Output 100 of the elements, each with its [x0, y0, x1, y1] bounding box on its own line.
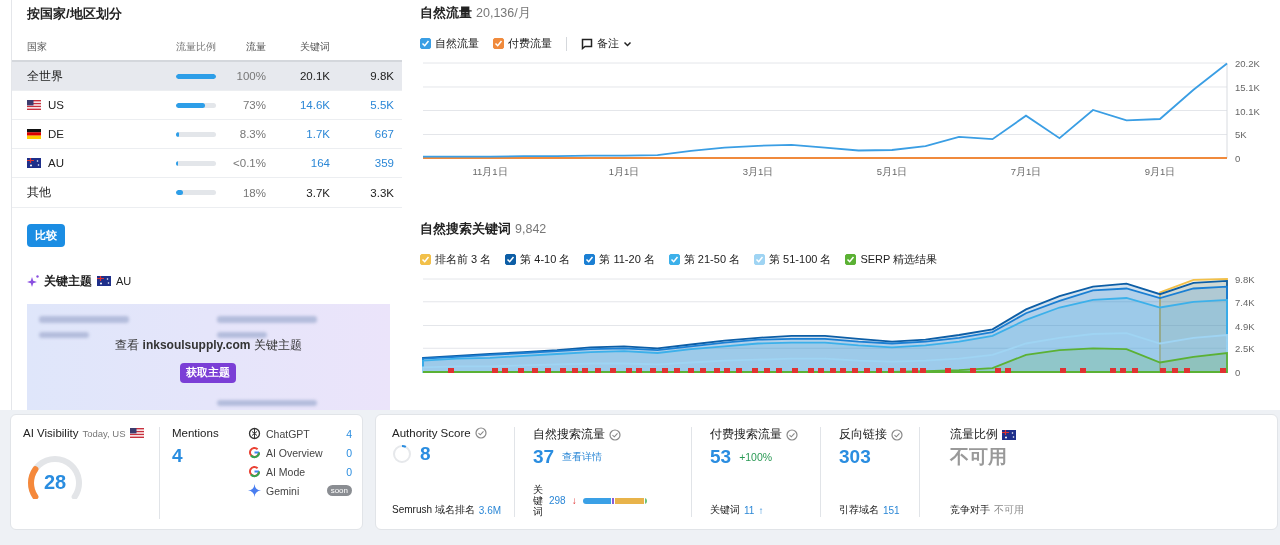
- blurred-line: [217, 331, 267, 338]
- metric-value: 8: [420, 443, 431, 465]
- domains-link[interactable]: 151: [883, 504, 900, 516]
- keywords-value: 9.8K: [369, 70, 394, 83]
- knot-icon: [248, 427, 261, 440]
- country-name: US: [48, 99, 64, 112]
- details-link[interactable]: 查看详情: [562, 450, 603, 464]
- y-axis-label: 2.5K: [1235, 343, 1255, 355]
- country-row[interactable]: 其他 18% 3.7K 3.3K: [12, 178, 402, 208]
- y-axis-label: 10.1K: [1235, 105, 1260, 117]
- rank-link[interactable]: 3.6M: [478, 504, 502, 516]
- mentions-count: 4: [172, 445, 184, 467]
- country-name: 其他: [27, 185, 51, 200]
- legend-checkbox[interactable]: [420, 38, 431, 49]
- y-axis-label: 0: [1235, 367, 1241, 378]
- legend-checkbox[interactable]: [845, 254, 857, 265]
- y-axis-label: 4.9K: [1235, 320, 1255, 332]
- legend-item[interactable]: 自然流量: [420, 36, 479, 51]
- sparkle-icon: [27, 275, 39, 288]
- legend-checkbox[interactable]: [420, 254, 431, 265]
- x-axis-label: 3月1日: [742, 166, 774, 177]
- metric-footer-label: Semrush 域名排名: [392, 503, 475, 517]
- source-name: AI Mode: [266, 465, 307, 478]
- traffic-value: 20.1K: [298, 70, 330, 83]
- keywords-value[interactable]: 359: [330, 157, 394, 170]
- legend-item[interactable]: 第 11-20 名: [584, 252, 655, 267]
- legend-checkbox[interactable]: [493, 38, 504, 49]
- info-icon[interactable]: [786, 428, 798, 441]
- chart-title: 自然搜索关键词: [420, 221, 511, 238]
- info-icon[interactable]: [474, 427, 487, 439]
- card-title: AI Visibility: [23, 427, 79, 439]
- share-value: <0.1%: [232, 157, 266, 170]
- metric-value: 53: [710, 446, 732, 468]
- flag-icon: [27, 158, 41, 169]
- metric-value: 不可用: [950, 445, 1007, 469]
- country-name: AU: [48, 157, 64, 170]
- legend-item[interactable]: 第 51-100 名: [754, 252, 832, 267]
- chart-title: 自然流量: [420, 5, 472, 22]
- y-axis-label: 20.2K: [1235, 58, 1260, 69]
- metric-footer-label: 关键词: [710, 503, 740, 517]
- x-axis-label: 11月1日: [472, 166, 508, 177]
- trend-arrow: ↑: [758, 504, 764, 516]
- share-value: 18%: [241, 186, 266, 199]
- share-value: 100%: [235, 70, 266, 83]
- info-icon[interactable]: [609, 428, 621, 441]
- metric-label: 付费搜索流量: [710, 427, 810, 442]
- traffic-value[interactable]: 164: [266, 157, 330, 170]
- google-g-icon: [248, 446, 261, 459]
- panel-title: 按国家/地区划分: [27, 5, 123, 23]
- metric-value: 37: [533, 446, 555, 468]
- source-name: Gemini: [266, 484, 301, 497]
- country-row[interactable]: 全世界 100% 20.1K 9.8K: [12, 62, 402, 92]
- legend-item[interactable]: 排名前 3 名: [420, 252, 492, 267]
- country-row[interactable]: DE 8.3% 1.7K 667: [12, 120, 402, 150]
- country-code: AU: [116, 275, 132, 288]
- column-header: 流量: [245, 41, 266, 55]
- y-axis-label: 15.1K: [1235, 82, 1260, 93]
- trend-arrow: ↓: [571, 495, 577, 506]
- y-axis-label: 5K: [1235, 129, 1247, 141]
- keywords-link[interactable]: 11: [744, 504, 755, 516]
- legend-item[interactable]: SERP 精选结果: [845, 252, 938, 267]
- legend-checkbox[interactable]: [584, 254, 596, 265]
- legend-item[interactable]: 第 21-50 名: [668, 252, 741, 267]
- share-value: 73%: [241, 99, 266, 112]
- y-axis-label: 7.4K: [1235, 296, 1255, 308]
- compare-button[interactable]: 比较: [27, 223, 65, 247]
- metric-label: Authority Score: [392, 427, 504, 439]
- mention-count: 0: [346, 465, 352, 478]
- keywords-link[interactable]: 298: [549, 495, 566, 506]
- keywords-value[interactable]: 667: [330, 128, 394, 141]
- traffic-value[interactable]: 1.7K: [266, 128, 330, 141]
- sparkle-icon: [248, 484, 261, 497]
- change-value: +100%: [739, 451, 773, 463]
- x-axis-label: 5月1日: [876, 166, 908, 177]
- score-ring: [392, 444, 412, 464]
- legend-checkbox[interactable]: [668, 254, 680, 265]
- country-row[interactable]: AU <0.1% 164 359: [12, 149, 402, 179]
- get-topics-button[interactable]: 获取主题: [180, 362, 237, 383]
- legend-checkbox[interactable]: [505, 254, 517, 265]
- keywords-value: 3.3K: [369, 186, 394, 199]
- notes-dropdown[interactable]: 备注: [581, 36, 632, 51]
- legend-item[interactable]: 第 4-10 名: [505, 252, 571, 267]
- status-badge: soon: [326, 485, 352, 496]
- x-axis-label: 9月1日: [1144, 166, 1176, 177]
- metric-label: 自然搜索流量: [533, 427, 681, 442]
- section-title: 关键主题: [44, 272, 92, 290]
- x-axis-label: 7月1日: [1010, 166, 1042, 177]
- column-header: 流量比例: [176, 41, 216, 55]
- traffic-value[interactable]: 14.6K: [266, 99, 330, 112]
- traffic-value: 3.7K: [305, 186, 330, 199]
- info-icon[interactable]: [891, 428, 903, 441]
- flag-icon: [97, 276, 111, 287]
- y-axis-label: 9.8K: [1235, 274, 1255, 285]
- legend-item[interactable]: 付费流量: [493, 36, 552, 51]
- competitors-value: 不可用: [994, 503, 1024, 517]
- flag-icon: [27, 129, 41, 140]
- keywords-value[interactable]: 5.5K: [330, 99, 394, 112]
- column-header: 关键词: [299, 41, 330, 55]
- flag-icon: [1002, 429, 1016, 440]
- country-row[interactable]: US 73% 14.6K 5.5K: [12, 91, 402, 121]
